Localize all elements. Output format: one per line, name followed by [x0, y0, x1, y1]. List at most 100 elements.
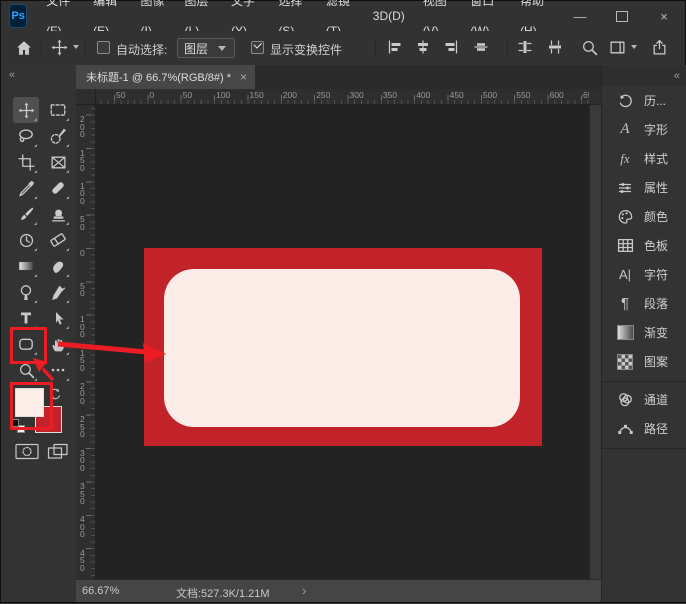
align-horizontal-center-button[interactable] [415, 39, 431, 55]
panel-tab-swatches[interactable]: 色板 [602, 231, 686, 260]
distribute-vertical-button[interactable] [517, 39, 533, 55]
collapse-panels-icon[interactable]: « [674, 70, 679, 82]
panel-tab-paths[interactable]: 路径 [602, 414, 686, 443]
annotation-box-foreground-swatch [10, 382, 53, 430]
zoom-level-field[interactable]: 66.67% [82, 585, 119, 597]
workspace-chevron-icon[interactable] [631, 45, 637, 49]
panel-tab-patterns[interactable]: 图案 [602, 347, 686, 376]
history-icon [615, 91, 635, 111]
panel-tab-paragraph[interactable]: ¶ 段落 [602, 289, 686, 318]
search-button[interactable] [581, 39, 598, 56]
minimize-button[interactable]: — [559, 1, 601, 31]
panel-tab-styles[interactable]: fx 样式 [602, 144, 686, 173]
show-transform-checkbox[interactable] [251, 41, 264, 54]
dodge-tool[interactable] [13, 279, 39, 305]
maximize-button[interactable] [601, 1, 643, 31]
auto-select-target-value: 图层 [184, 40, 208, 57]
panel-tab-label: 渐变 [644, 324, 668, 341]
ruler-origin-corner[interactable] [76, 89, 96, 105]
panel-tab-gradients[interactable]: 渐变 [602, 318, 686, 347]
hand-tool[interactable] [45, 331, 71, 357]
tool-preset-chevron-icon[interactable] [73, 45, 79, 49]
panel-tab-color[interactable]: 颜色 [602, 202, 686, 231]
align-right-button[interactable] [443, 39, 459, 55]
move-tool-preset-button[interactable] [51, 39, 68, 56]
tab-close-icon[interactable]: × [240, 70, 247, 84]
share-button[interactable] [651, 39, 668, 56]
move-tool-icon [18, 102, 35, 119]
color-palette-icon [615, 207, 635, 227]
marquee-tool[interactable] [45, 97, 71, 123]
dodge-icon [18, 284, 35, 301]
smudge-tool[interactable] [45, 253, 71, 279]
quick-selection-tool[interactable] [45, 123, 71, 149]
panel-tab-label: 字符 [644, 266, 668, 283]
auto-select-checkbox[interactable] [97, 41, 110, 54]
panel-tab-character[interactable]: A| 字符 [602, 260, 686, 289]
pen-icon [50, 284, 67, 301]
vertical-scrollbar[interactable] [589, 105, 601, 581]
quick-selection-icon [49, 127, 67, 145]
panel-tab-history[interactable]: 历... [602, 86, 686, 115]
close-button[interactable]: × [643, 1, 685, 31]
eyedropper-icon [18, 180, 35, 197]
healing-brush-icon [49, 179, 67, 197]
move-tool[interactable] [13, 97, 39, 123]
lasso-tool[interactable] [13, 123, 39, 149]
canvas-viewport[interactable] [96, 105, 589, 581]
panel-tab-channels[interactable]: 通道 [602, 385, 686, 414]
vertical-ruler[interactable]: 200 150 100 50 0 50 100 150 200 250 300 … [76, 105, 96, 581]
history-brush-tool[interactable] [13, 227, 39, 253]
horizontal-ruler[interactable]: 50 0 50 100 150 200 250 300 350 400 450 … [96, 89, 589, 105]
auto-select-target-dropdown[interactable]: 图层 [177, 38, 235, 58]
ruler-label: 100 [80, 183, 88, 206]
distribute-horizontal-icon [547, 39, 563, 55]
brush-icon [18, 206, 35, 223]
home-button[interactable] [15, 39, 33, 57]
document-tab[interactable]: 未标题-1 @ 66.7%(RGB/8#) * × [76, 65, 255, 89]
align-vertical-center-button[interactable] [473, 39, 489, 55]
rounded-rectangle-shape[interactable] [164, 269, 520, 427]
quick-mask-button[interactable] [15, 443, 39, 460]
panel-tab-label: 字形 [644, 121, 668, 138]
document-tab-title: 未标题-1 @ 66.7%(RGB/8#) * [86, 69, 231, 85]
quick-mask-icon [15, 443, 39, 460]
align-left-button[interactable] [387, 39, 403, 55]
ruler-label: 350 [80, 483, 88, 506]
document-canvas[interactable] [144, 248, 542, 446]
annotation-box-shape-tool [10, 327, 47, 364]
gradient-tool[interactable] [13, 253, 39, 279]
panel-tab-label: 通道 [644, 391, 668, 408]
healing-brush-tool[interactable] [45, 175, 71, 201]
brush-tool[interactable] [13, 201, 39, 227]
panel-tab-properties[interactable]: 属性 [602, 173, 686, 202]
status-chevron-icon[interactable]: › [302, 583, 306, 598]
clone-stamp-tool[interactable] [45, 201, 71, 227]
ruler-label: 600 [550, 90, 564, 100]
panel-tab-glyphs[interactable]: A 字形 [602, 115, 686, 144]
ruler-label: 550 [516, 90, 530, 100]
ruler-label: 100 [216, 90, 230, 100]
edit-toolbar-button[interactable] [45, 357, 71, 383]
panel-tab-label: 路径 [644, 420, 668, 437]
share-icon [651, 39, 668, 56]
frame-tool[interactable] [45, 149, 71, 175]
ruler-label: 150 [80, 150, 88, 173]
ruler-label: 250 [80, 416, 88, 439]
window-controls: — × [559, 1, 685, 31]
panel-tab-label: 属性 [644, 179, 668, 196]
properties-icon [615, 178, 635, 198]
maximize-icon [616, 11, 628, 22]
pen-tool[interactable] [45, 279, 71, 305]
collapse-tools-icon[interactable]: « [9, 69, 14, 81]
screen-mode-button[interactable] [47, 443, 69, 460]
menu-3d[interactable]: 3D(D) [364, 1, 414, 31]
eraser-tool[interactable] [45, 227, 71, 253]
eyedropper-tool[interactable] [13, 175, 39, 201]
crop-tool[interactable] [13, 149, 39, 175]
distribute-horizontal-button[interactable] [547, 39, 563, 55]
workspace-button[interactable] [609, 39, 626, 56]
ruler-label: 300 [80, 450, 88, 473]
path-selection-tool[interactable] [45, 305, 71, 331]
hand-icon [50, 336, 67, 353]
